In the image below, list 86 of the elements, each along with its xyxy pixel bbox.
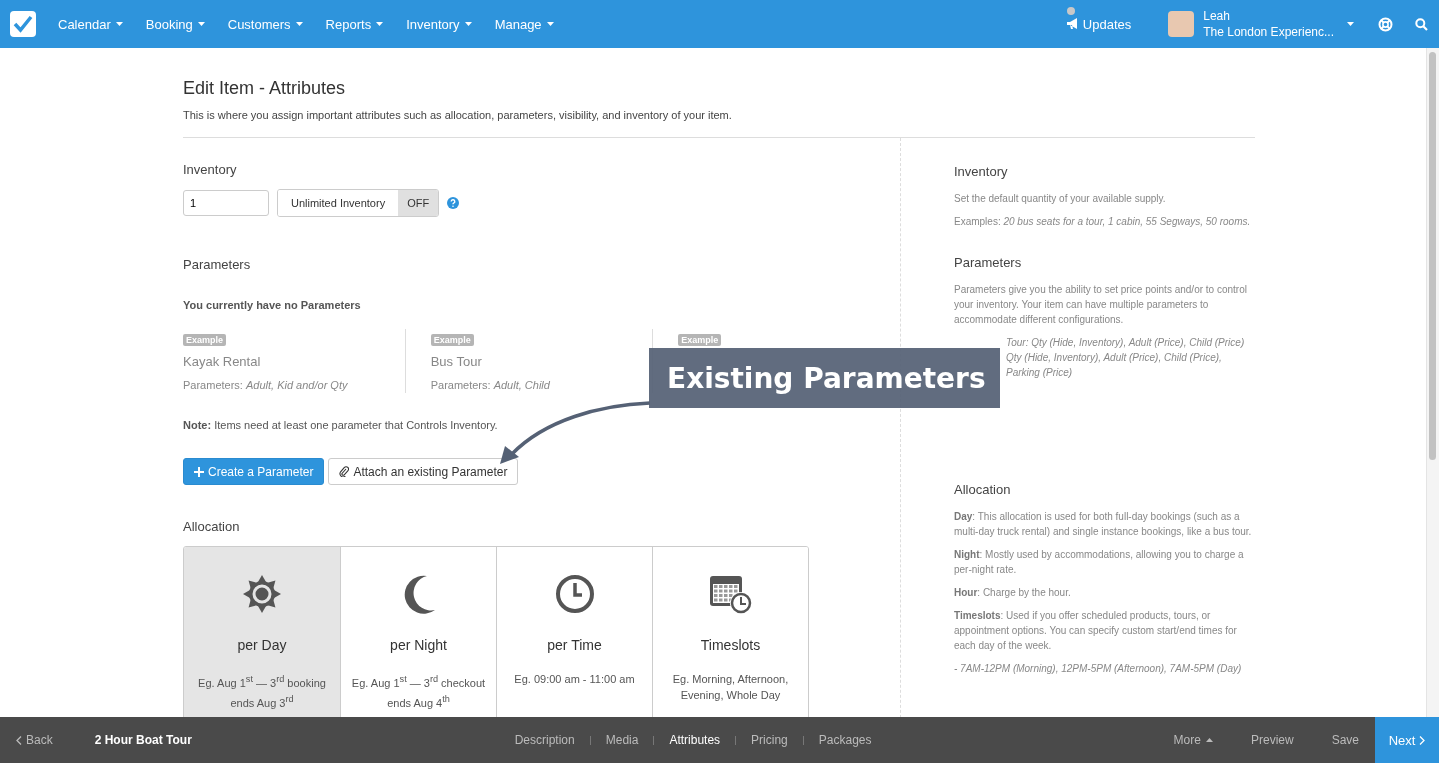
item-title: 2 Hour Boat Tour bbox=[94, 733, 193, 747]
lifebuoy-icon[interactable] bbox=[1378, 16, 1393, 32]
caret-icon bbox=[464, 22, 472, 26]
nav-menu[interactable]: Calendar bbox=[58, 16, 123, 32]
step-tab[interactable]: Attributes bbox=[669, 733, 721, 747]
user-menu-caret-icon bbox=[1347, 22, 1354, 26]
logo-checkmark-icon[interactable] bbox=[10, 11, 36, 37]
page-description: This is where you assign important attributes such as allocation, parameters, visibility, and inventory of your item. bbox=[183, 109, 1255, 138]
section-heading: Allocation bbox=[183, 519, 241, 534]
attach-parameter-button[interactable]: Attach an existing Parameter bbox=[328, 458, 519, 485]
section-heading: Inventory bbox=[183, 162, 238, 177]
save-button[interactable]: Save bbox=[1331, 733, 1359, 747]
nav-menu[interactable]: Customers bbox=[227, 16, 303, 32]
step-tab[interactable]: Description bbox=[514, 733, 575, 747]
help-text: - 7AM-12PM (Morning), 12PM-5PM (Afternoon), 7AM-5PM (Day) bbox=[954, 662, 1243, 676]
updates-link[interactable]: Updates bbox=[1082, 16, 1132, 32]
help-text: Tour: Qty (Hide, Inventory), Adult (Price), Child (Price) bbox=[1006, 336, 1246, 350]
allocation-option-label: per Day bbox=[237, 637, 287, 653]
example-title: Kayak Rental bbox=[183, 354, 262, 369]
inventory-input[interactable]: 1 bbox=[183, 190, 269, 216]
nav-menu[interactable]: Reports bbox=[325, 16, 384, 32]
sun-icon bbox=[242, 574, 282, 614]
caret-icon bbox=[115, 22, 123, 26]
calendar-clock-icon bbox=[708, 573, 753, 615]
caret-icon bbox=[295, 22, 303, 26]
search-icon[interactable] bbox=[1415, 17, 1428, 31]
avatar-placeholder[interactable] bbox=[1168, 11, 1195, 37]
caret-icon bbox=[1205, 738, 1213, 742]
example-parameters: Parameters: Adult, Kid and/or Qty bbox=[183, 379, 349, 391]
example-badge: Example bbox=[430, 334, 474, 346]
help-text: Parameters give you the ability to set price points and/or to control your inventory. Your item can have multiple parameters to accommodate different configurations. bbox=[954, 283, 1248, 327]
preview-button[interactable]: Preview bbox=[1250, 733, 1294, 747]
clock-icon bbox=[554, 574, 595, 614]
chevron-right-icon bbox=[1419, 735, 1426, 745]
allocation-option-label: per Time bbox=[547, 637, 602, 653]
caret-icon bbox=[546, 22, 554, 26]
step-tab[interactable]: Packages bbox=[818, 733, 872, 747]
megaphone-icon[interactable] bbox=[1065, 18, 1080, 30]
caret-icon bbox=[376, 22, 384, 26]
note-text: Note: Items need at least one parameter that Controls Inventory. bbox=[183, 419, 499, 431]
allocation-example: Eg. Aug 1$^{st}$ — 3$^{rd}$ checkout ends Aug 4$^{th}$ bbox=[350, 673, 487, 711]
example-badge: Example bbox=[678, 334, 722, 346]
more-button[interactable]: More bbox=[1173, 733, 1213, 747]
allocation-example: Eg. Morning, Afternoon, Evening, Whole Day bbox=[671, 672, 790, 703]
chevron-left-icon bbox=[16, 735, 22, 745]
nav-menu[interactable]: Manage bbox=[494, 16, 554, 32]
help-text: Examples: 20 bus seats for a tour, 1 cabin, 55 Segways, 50 rooms. bbox=[954, 215, 1252, 229]
nav-menu[interactable]: Booking bbox=[145, 16, 205, 32]
create-parameter-button[interactable]: Create a Parameter bbox=[183, 458, 325, 485]
step-tab[interactable]: Pricing bbox=[751, 733, 788, 747]
next-button[interactable]: Next bbox=[1375, 717, 1439, 763]
help-heading: Parameters bbox=[954, 255, 1023, 270]
account-name[interactable]: The London Experienc... bbox=[1203, 24, 1334, 40]
example-badge: Example bbox=[183, 334, 227, 346]
step-tab[interactable]: Media bbox=[605, 733, 639, 747]
help-heading: Allocation bbox=[954, 482, 1012, 497]
caret-icon bbox=[197, 22, 205, 26]
help-text: Day: This allocation is used for both full-day bookings (such as a multi-day truck rental) and single instance bookings, like a bus tour. bbox=[954, 510, 1253, 539]
back-button[interactable]: Back bbox=[16, 733, 53, 747]
help-text: Parking (Price) bbox=[1006, 366, 1074, 380]
empty-state-text: You currently have no Parameters bbox=[183, 299, 362, 311]
paperclip-icon bbox=[339, 466, 350, 477]
allocation-option-card[interactable]: Timeslots Eg. Morning, Afternoon, Evening, Whole Day bbox=[652, 547, 808, 717]
user-name[interactable]: Leah bbox=[1203, 8, 1334, 24]
scrollbar[interactable] bbox=[1426, 48, 1439, 717]
section-heading: Parameters bbox=[183, 257, 252, 272]
unlimited-inventory-toggle[interactable]: Unlimited Inventory OFF bbox=[277, 189, 440, 217]
allocation-example: Eg. Aug 1$^{st}$ — 3$^{rd}$ booking ends Aug 3$^{rd}$ bbox=[197, 673, 327, 711]
help-text: Night: Mostly used by accommodations, allowing you to charge a per-night rate. bbox=[954, 548, 1245, 577]
callout-label: Existing Parameters bbox=[649, 348, 1000, 408]
allocation-option-card[interactable]: per Day Eg. Aug 1$^{st}$ — 3$^{rd}$ booking ends Aug 3$^{rd}$ bbox=[184, 547, 340, 717]
help-heading: Inventory bbox=[954, 164, 1009, 179]
allocation-option-label: Timeslots bbox=[700, 637, 761, 653]
example-parameters: Parameters: Adult, Child bbox=[430, 379, 551, 391]
allocation-option-label: per Night bbox=[390, 637, 447, 653]
help-text: Qty (Hide, Inventory), Adult (Price), Child (Price), bbox=[1006, 351, 1223, 365]
example-title: Bus Tour bbox=[430, 354, 483, 369]
help-text: Timeslots: Used if you offer scheduled products, tours, or appointment options. You can specify custom start/end times for each day of the week. bbox=[954, 609, 1238, 653]
help-icon[interactable] bbox=[447, 197, 460, 209]
page-title: Edit Item - Attributes bbox=[183, 78, 347, 99]
allocation-example: Eg. 09:00 am - 11:00 am bbox=[513, 672, 636, 687]
notification-dot-icon bbox=[1066, 6, 1075, 15]
plus-icon bbox=[194, 466, 204, 477]
help-text: Set the default quantity of your available supply. bbox=[954, 192, 1167, 206]
nav-menu[interactable]: Inventory bbox=[406, 16, 472, 32]
help-text: Hour: Charge by the hour. bbox=[954, 586, 1072, 600]
